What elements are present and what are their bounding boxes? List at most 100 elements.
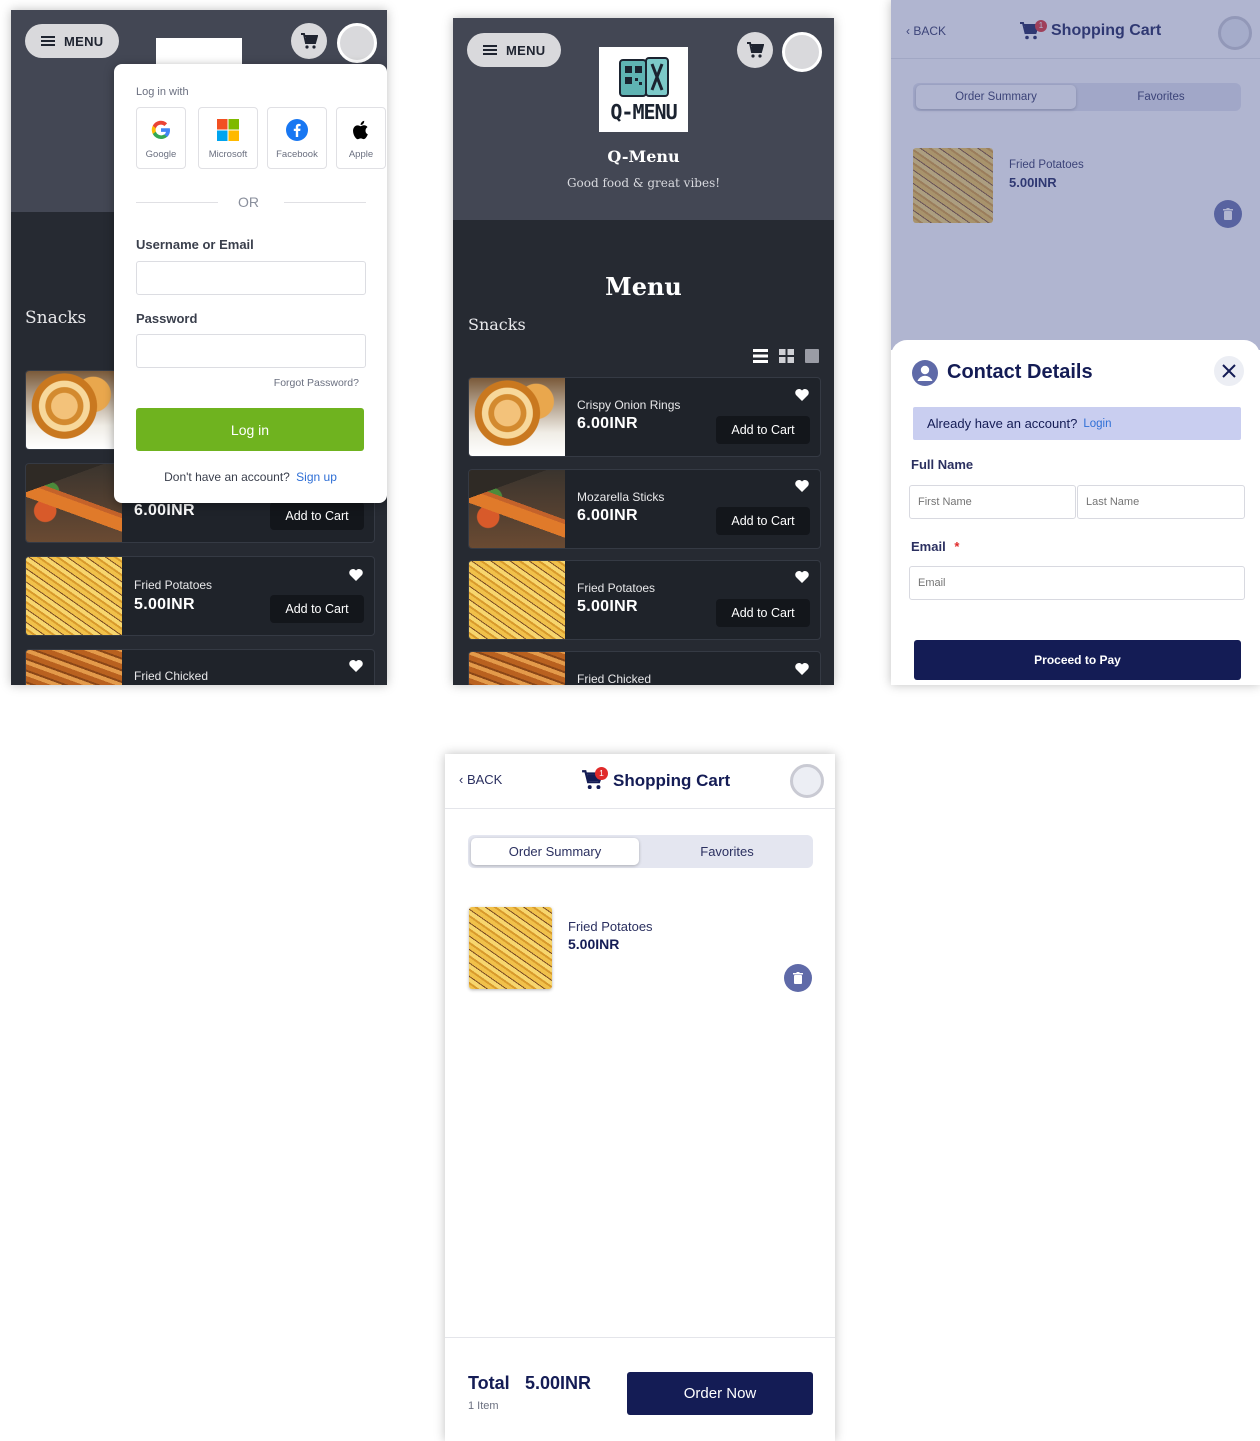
add-to-cart-button[interactable]: Add to Cart: [716, 599, 810, 627]
section-title: Menu: [605, 272, 682, 301]
tab-order-summary[interactable]: Order Summary: [471, 838, 639, 865]
signup-link[interactable]: Sign up: [296, 470, 337, 484]
heart-icon[interactable]: [794, 661, 810, 677]
total-label: Total: [468, 1373, 510, 1393]
heart-icon[interactable]: [794, 387, 810, 403]
grid-view-icon[interactable]: [779, 349, 794, 363]
facebook-icon: [286, 119, 308, 141]
required-marker: *: [954, 539, 960, 554]
apple-login-button[interactable]: Apple: [336, 107, 386, 169]
menu-item-card[interactable]: Fried Potatoes 5.00INR Add to Cart: [468, 560, 821, 640]
food-image: [469, 378, 565, 456]
or-separator: OR: [238, 194, 259, 210]
cart-badge: 1: [595, 767, 608, 780]
item-price: 6.00INR: [134, 502, 195, 519]
cart-item-price: 5.00INR: [568, 936, 620, 952]
category-title: Snacks: [25, 308, 87, 328]
google-icon: [151, 120, 171, 140]
item-price: 5.00INR: [577, 598, 638, 615]
item-name: Fried Potatoes: [577, 581, 656, 595]
proceed-to-pay-button[interactable]: Proceed to Pay: [914, 640, 1241, 680]
logo-text: Q-MENU: [610, 99, 677, 124]
email-field[interactable]: [909, 566, 1245, 600]
heart-icon[interactable]: [348, 658, 364, 674]
cart-button[interactable]: [291, 23, 327, 59]
login-link[interactable]: Login: [1083, 418, 1111, 430]
login-heading: Log in with: [136, 86, 189, 98]
item-name: Fried Potatoes: [134, 578, 213, 592]
microsoft-icon: [217, 119, 239, 141]
menu-item-card[interactable]: Crispy Onion Rings 6.00INR Add to Cart: [468, 377, 821, 457]
forgot-password-link[interactable]: Forgot Password?: [274, 377, 359, 389]
close-button[interactable]: [1214, 356, 1244, 386]
cart-item-name: Fried Potatoes: [568, 919, 653, 934]
logo-qr-icon: [618, 56, 669, 97]
login-submit-button[interactable]: Log in: [136, 408, 364, 451]
menu-item-card[interactable]: Fried Chicked: [25, 649, 375, 685]
hamburger-icon: [41, 36, 55, 46]
menu-item-card[interactable]: Fried Potatoes 5.00INR Add to Cart: [25, 556, 375, 636]
food-image: [26, 464, 122, 542]
item-name: Crispy Onion Rings: [577, 398, 681, 412]
menu-item-card[interactable]: Fried Chicked: [468, 651, 821, 685]
back-button[interactable]: ‹ BACK: [459, 772, 502, 787]
screen-cart: ‹ BACK 1 Shopping Cart Order Summary Fav…: [445, 754, 835, 1441]
heart-icon[interactable]: [794, 569, 810, 585]
order-now-button[interactable]: Order Now: [627, 1372, 813, 1415]
avatar[interactable]: [782, 32, 822, 72]
page-title: Shopping Cart: [613, 771, 731, 790]
facebook-login-button[interactable]: Facebook: [267, 107, 327, 169]
item-price: 6.00INR: [577, 415, 638, 432]
username-label: Username or Email: [136, 237, 254, 252]
tab-favorites[interactable]: Favorites: [643, 838, 811, 865]
total-value: 5.00INR: [525, 1373, 592, 1393]
microsoft-login-button[interactable]: Microsoft: [198, 107, 258, 169]
item-count: 1 Item: [468, 1400, 499, 1412]
first-name-field[interactable]: [909, 485, 1076, 519]
google-login-button[interactable]: Google: [136, 107, 186, 169]
delete-button[interactable]: [784, 964, 812, 992]
item-price: 6.00INR: [577, 507, 638, 524]
last-name-field[interactable]: [1077, 485, 1245, 519]
cart-icon: [747, 42, 764, 58]
trash-icon: [793, 972, 803, 984]
contact-sheet: Contact Details Already have an account?…: [891, 340, 1260, 685]
card-view-icon[interactable]: [805, 349, 819, 363]
menu-item-card[interactable]: Mozarella Sticks 6.00INR Add to Cart: [468, 469, 821, 549]
screen-contact-details: ‹ BACK 1 Shopping Cart Order Summary Fav…: [891, 0, 1260, 685]
restaurant-name: Q-Menu: [607, 147, 680, 166]
divider: [136, 202, 218, 203]
account-banner: Already have an account? Login: [913, 407, 1241, 440]
screen-menu: MENU Q-MENU Q-Menu Good food & great vib…: [453, 18, 834, 685]
food-image: [469, 561, 565, 639]
username-field[interactable]: [136, 261, 366, 295]
modal-backdrop[interactable]: [891, 0, 1260, 350]
logo: Q-MENU: [599, 47, 688, 132]
food-image: [469, 470, 565, 548]
email-label: Email *: [911, 539, 960, 554]
food-image: [26, 557, 122, 635]
heart-icon[interactable]: [794, 478, 810, 494]
list-view-icon[interactable]: [753, 349, 768, 363]
menu-button[interactable]: MENU: [467, 33, 562, 67]
screen-login: MENU Snacks 6.00INR Add to Cart Fried Po…: [11, 10, 387, 685]
item-name: Mozarella Sticks: [577, 490, 665, 504]
item-price: 5.00INR: [134, 596, 195, 613]
menu-button[interactable]: MENU: [25, 24, 120, 58]
signup-prompt: Don't have an account? Sign up: [164, 470, 337, 484]
heart-icon[interactable]: [348, 567, 364, 583]
avatar[interactable]: [337, 23, 377, 63]
add-to-cart-button[interactable]: Add to Cart: [270, 502, 364, 530]
restaurant-tagline: Good food & great vibes!: [566, 176, 721, 190]
item-name: Fried Chicked: [134, 669, 209, 683]
hamburger-icon: [483, 45, 497, 55]
password-field[interactable]: [136, 334, 366, 368]
add-to-cart-button[interactable]: Add to Cart: [270, 595, 364, 623]
cart-button[interactable]: [737, 32, 773, 68]
add-to-cart-button[interactable]: Add to Cart: [716, 507, 810, 535]
cart-tabs: Order Summary Favorites: [468, 835, 813, 868]
add-to-cart-button[interactable]: Add to Cart: [716, 416, 810, 444]
apple-icon: [353, 120, 368, 140]
avatar[interactable]: [790, 764, 824, 798]
header-divider: [445, 808, 835, 809]
